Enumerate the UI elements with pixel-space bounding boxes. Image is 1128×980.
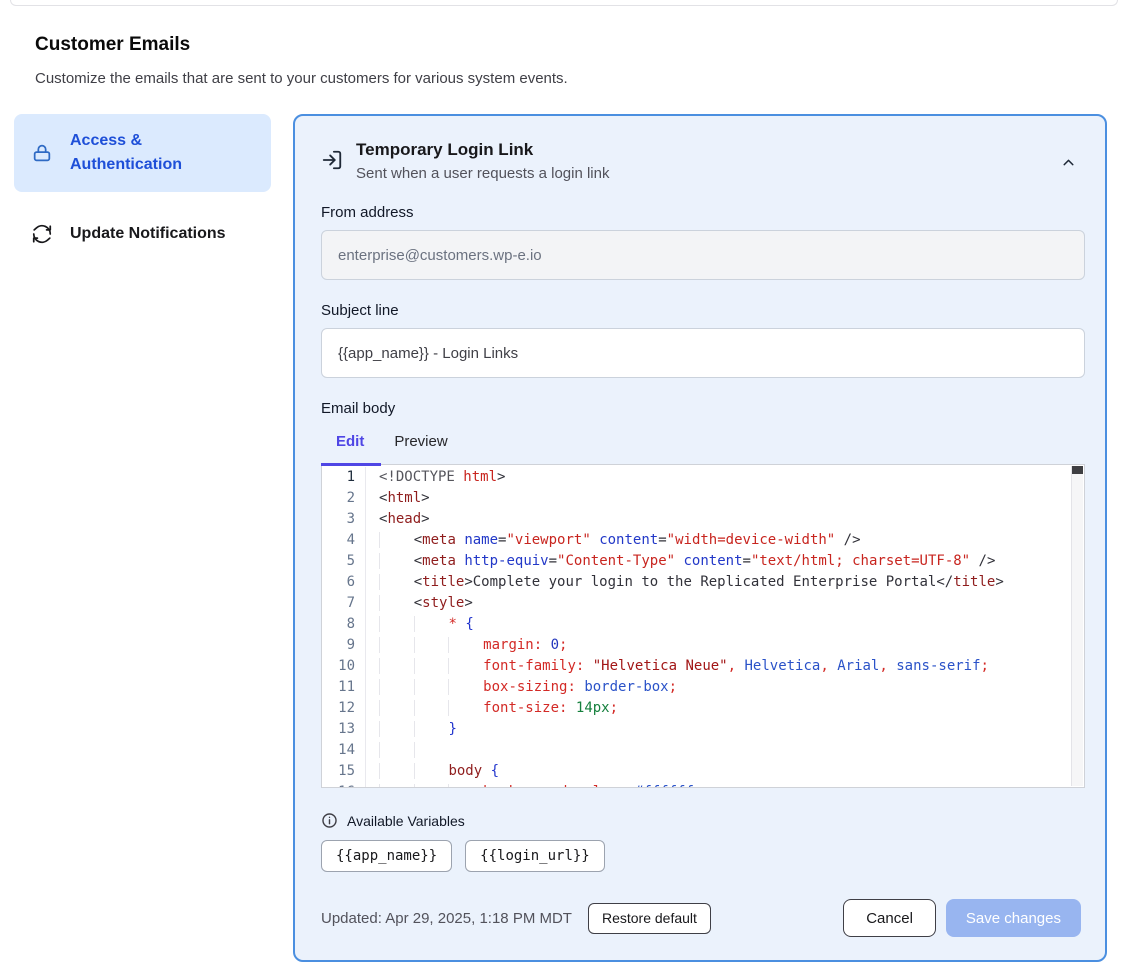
panel-subtitle: Sent when a user requests a login link xyxy=(356,165,609,182)
code-line: 14 xyxy=(322,740,1084,761)
line-number: 2 xyxy=(322,488,366,509)
variable-chip-login-url[interactable]: {{login_url}} xyxy=(465,840,605,872)
sidebar: Access & Authentication Update Notificat… xyxy=(14,114,271,258)
line-number: 11 xyxy=(322,677,366,698)
available-variables-label: Available Variables xyxy=(347,813,465,829)
code-text: <head> xyxy=(366,509,1084,530)
sidebar-item-label: Update Notifications xyxy=(70,225,226,243)
tab-preview[interactable]: Preview xyxy=(379,426,462,456)
code-lines: 1<!DOCTYPE html>2<html>3<head>4 <meta na… xyxy=(322,465,1084,788)
chevron-up-icon xyxy=(1060,154,1077,171)
email-body-label: Email body xyxy=(321,400,1081,417)
line-number: 7 xyxy=(322,593,366,614)
line-number: 9 xyxy=(322,635,366,656)
code-editor[interactable]: 1<!DOCTYPE html>2<html>3<head>4 <meta na… xyxy=(321,464,1085,788)
info-icon xyxy=(321,812,338,829)
top-card-edge xyxy=(10,0,1118,6)
code-line: 15 body { xyxy=(322,761,1084,782)
line-number: 5 xyxy=(322,551,366,572)
code-line: 6 <title>Complete your login to the Repl… xyxy=(322,572,1084,593)
line-number: 8 xyxy=(322,614,366,635)
log-in-icon xyxy=(321,149,343,171)
lock-icon xyxy=(30,141,54,165)
collapse-button[interactable] xyxy=(1056,150,1081,175)
code-text: <style> xyxy=(366,593,1084,614)
line-number: 12 xyxy=(322,698,366,719)
code-line: 11 box-sizing: border-box; xyxy=(322,677,1084,698)
variable-chips: {{app_name}} {{login_url}} xyxy=(321,840,1081,872)
panel-header: Temporary Login Link Sent when a user re… xyxy=(321,140,1081,182)
code-line: 9 margin: 0; xyxy=(322,635,1084,656)
code-line: 7 <style> xyxy=(322,593,1084,614)
page-title: Customer Emails xyxy=(35,34,1128,56)
code-text: font-family: "Helvetica Neue", Helvetica… xyxy=(366,656,1084,677)
line-number: 13 xyxy=(322,719,366,740)
code-text: <meta name="viewport" content="width=dev… xyxy=(366,530,1084,551)
email-body-tabs: Edit Preview xyxy=(321,426,1081,456)
line-number: 14 xyxy=(322,740,366,761)
editor-wrap: 1<!DOCTYPE html>2<html>3<head>4 <meta na… xyxy=(321,464,1085,788)
line-number: 1 xyxy=(322,467,366,488)
code-line: 10 font-family: "Helvetica Neue", Helvet… xyxy=(322,656,1084,677)
code-line: 3<head> xyxy=(322,509,1084,530)
code-text: font-size: 14px; xyxy=(366,698,1084,719)
line-number: 6 xyxy=(322,572,366,593)
line-number: 4 xyxy=(322,530,366,551)
cancel-button[interactable]: Cancel xyxy=(843,899,936,937)
sidebar-item-access-authentication[interactable]: Access & Authentication xyxy=(14,114,271,192)
updated-timestamp: Updated: Apr 29, 2025, 1:18 PM MDT xyxy=(321,910,572,927)
panel-title: Temporary Login Link xyxy=(356,140,609,160)
code-line: 8 * { xyxy=(322,614,1084,635)
code-text: box-sizing: border-box; xyxy=(366,677,1084,698)
variable-chip-app-name[interactable]: {{app_name}} xyxy=(321,840,452,872)
code-line: 2<html> xyxy=(322,488,1084,509)
save-changes-button[interactable]: Save changes xyxy=(946,899,1081,937)
code-text: body { xyxy=(366,761,1084,782)
code-line: 13 } xyxy=(322,719,1084,740)
active-tab-underline xyxy=(321,463,381,466)
main-layout: Access & Authentication Update Notificat… xyxy=(0,114,1128,962)
code-text: } xyxy=(366,719,1084,740)
line-number: 3 xyxy=(322,509,366,530)
code-text: background-color: #ffffff; xyxy=(366,782,1084,788)
code-line: 12 font-size: 14px; xyxy=(322,698,1084,719)
panel-footer: Updated: Apr 29, 2025, 1:18 PM MDT Resto… xyxy=(321,899,1081,937)
code-line: 1<!DOCTYPE html> xyxy=(322,467,1084,488)
email-template-panel: Temporary Login Link Sent when a user re… xyxy=(293,114,1107,962)
subject-line-label: Subject line xyxy=(321,302,1081,319)
from-address-input[interactable] xyxy=(321,230,1085,280)
code-text: * { xyxy=(366,614,1084,635)
panel-header-text: Temporary Login Link Sent when a user re… xyxy=(356,140,609,182)
line-number: 10 xyxy=(322,656,366,677)
from-address-label: From address xyxy=(321,204,1081,221)
code-line: 16 background-color: #ffffff; xyxy=(322,782,1084,788)
sidebar-item-update-notifications[interactable]: Update Notifications xyxy=(14,210,271,258)
code-text: <meta http-equiv="Content-Type" content=… xyxy=(366,551,1084,572)
line-number: 16 xyxy=(322,782,366,788)
code-text: <html> xyxy=(366,488,1084,509)
code-text: margin: 0; xyxy=(366,635,1084,656)
sync-icon xyxy=(30,222,54,246)
scrollbar-thumb[interactable] xyxy=(1072,466,1083,474)
restore-default-button[interactable]: Restore default xyxy=(588,903,711,934)
code-line: 4 <meta name="viewport" content="width=d… xyxy=(322,530,1084,551)
sidebar-item-label: Access & Authentication xyxy=(70,129,255,177)
line-number: 15 xyxy=(322,761,366,782)
tab-edit[interactable]: Edit xyxy=(321,426,379,456)
code-text: <!DOCTYPE html> xyxy=(366,467,1084,488)
code-text: <title>Complete your login to the Replic… xyxy=(366,572,1084,593)
page-subtitle: Customize the emails that are sent to yo… xyxy=(35,70,1128,87)
available-variables-row: Available Variables xyxy=(321,812,1081,829)
code-line: 5 <meta http-equiv="Content-Type" conten… xyxy=(322,551,1084,572)
editor-scrollbar xyxy=(1071,466,1083,786)
code-text xyxy=(366,740,1084,761)
subject-line-input[interactable] xyxy=(321,328,1085,378)
